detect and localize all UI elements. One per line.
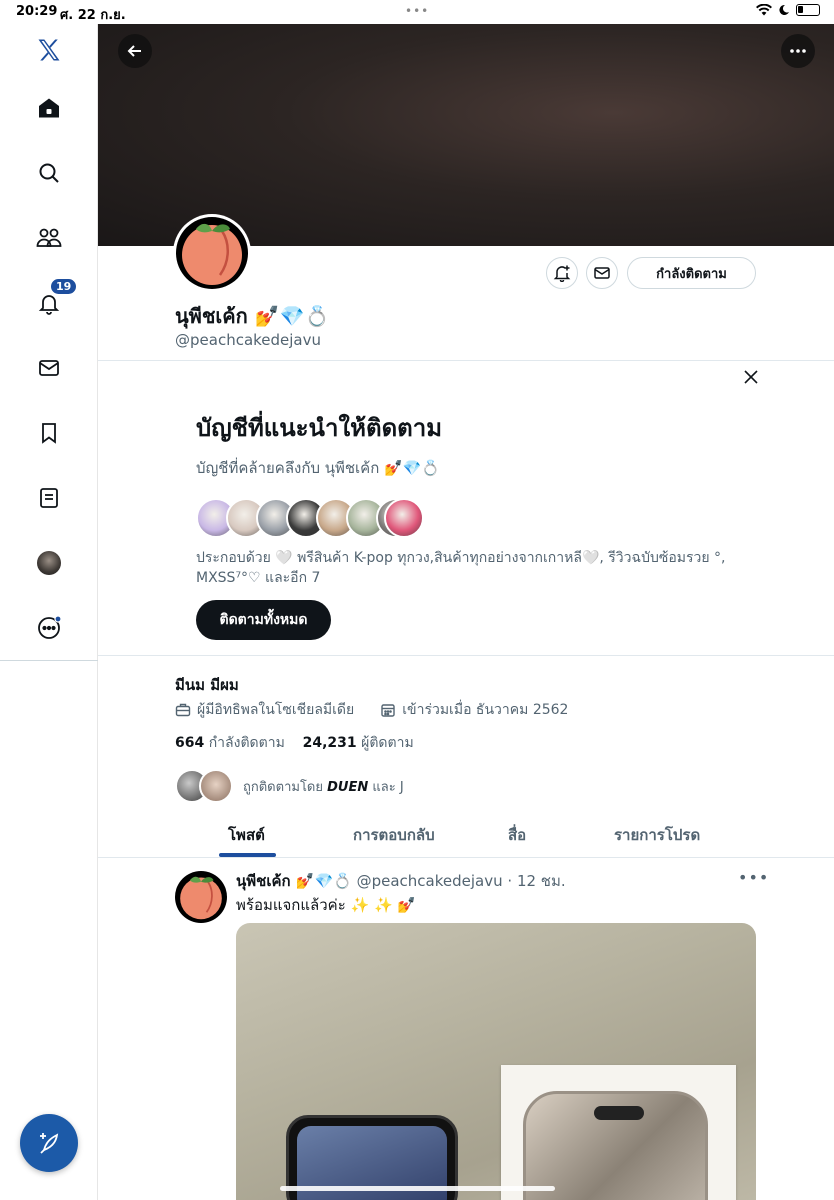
suggestions-title: บัญชีที่แนะนำให้ติดตาม: [196, 414, 443, 442]
briefcase-icon: [175, 703, 191, 717]
message-button[interactable]: [586, 257, 618, 289]
following-button[interactable]: กำลังติดตาม: [627, 257, 756, 289]
tab-media[interactable]: สื่อ: [508, 823, 526, 847]
notify-toggle-button[interactable]: [546, 257, 578, 289]
notifications-icon[interactable]: 19: [33, 279, 77, 319]
close-suggestions-button[interactable]: [740, 366, 762, 388]
follow-all-button[interactable]: ติดตามทั้งหมด: [196, 600, 331, 640]
phone-box: [501, 1065, 736, 1200]
followers-count: 24,231: [302, 735, 357, 751]
profile-handle: @peachcakedejavu: [175, 331, 322, 349]
profile-banner: [98, 24, 834, 246]
display-name: นุพีชเค้ก 💅💎💍: [175, 304, 330, 328]
feather-plus-icon: [40, 1133, 59, 1154]
ellipsis-icon: [790, 49, 806, 53]
followed-by-text: ถูกติดตามโดย DUEN และ J: [243, 776, 404, 797]
post-author-handle[interactable]: @peachcakedejavu: [357, 872, 503, 890]
follower-avatar: [199, 769, 233, 803]
post-header: นุพีชเค้ก 💅💎💍 @peachcakedejavu · 12 ชม.: [236, 869, 566, 893]
post-timestamp[interactable]: · 12 ชม.: [507, 872, 565, 890]
arrow-left-icon: [127, 45, 141, 57]
profile-avatar[interactable]: [33, 547, 65, 579]
notification-badge: 19: [51, 279, 77, 294]
tab-replies[interactable]: การตอบกลับ: [353, 823, 435, 847]
sidebar-divider: [0, 660, 98, 661]
profile-joined-date: เข้าร่วมเมื่อ ธันวาคม 2562: [402, 702, 569, 718]
battery-icon: [796, 4, 820, 16]
suggested-avatar: [384, 498, 424, 538]
calendar-icon: [381, 704, 395, 717]
search-icon[interactable]: [33, 157, 65, 189]
profile-bio: มีนม มีผม: [175, 676, 239, 694]
lists-icon[interactable]: [33, 482, 65, 514]
close-icon: [744, 370, 758, 384]
x-logo-icon[interactable]: [33, 34, 65, 66]
status-icons: [756, 4, 820, 16]
followed-by[interactable]: ถูกติดตามโดย DUEN และ J: [175, 768, 404, 804]
profile-photo[interactable]: [173, 214, 251, 292]
status-date: ศ. 22 ก.ย.: [60, 8, 126, 23]
suggestions-description: ประกอบด้วย 🤍 พรีสินค้า K-pop ทุกวง,สินค้…: [196, 550, 726, 586]
followers-label: ผู้ติดตาม: [361, 735, 414, 751]
envelope-icon: [594, 267, 610, 279]
communities-icon[interactable]: [33, 222, 65, 254]
sidebar: 19: [0, 24, 98, 1200]
home-icon[interactable]: [33, 92, 65, 124]
profile-category: ผู้มีอิทธิพลในโซเชียลมีเดีย: [197, 702, 355, 718]
followed-by-prefix: ถูกติดตามโดย: [243, 779, 323, 795]
post-more-button[interactable]: •••: [738, 868, 769, 887]
followed-by-suffix: และ J: [372, 779, 404, 795]
post-image[interactable]: [236, 923, 756, 1200]
bell-plus-icon: [553, 265, 571, 282]
following-count: 664: [175, 735, 205, 751]
more-options-icon[interactable]: [33, 612, 65, 644]
section-divider: [98, 655, 834, 656]
followers-link[interactable]: 24,231 ผู้ติดตาม: [303, 735, 414, 751]
status-time: 20:29: [16, 4, 58, 19]
following-label: กำลังติดตาม: [208, 735, 285, 751]
follow-counts: 664 กำลังติดตาม 24,231 ผู้ติดตาม: [175, 732, 414, 754]
phone-on-box: [523, 1091, 708, 1200]
followed-by-name: DUEN: [327, 779, 369, 795]
peach-icon: [182, 223, 242, 285]
status-bar: 20:29 ศ. 22 ก.ย. •••: [0, 0, 834, 24]
tab-posts[interactable]: โพสต์: [228, 823, 265, 847]
banner-more-button[interactable]: [781, 34, 815, 68]
messages-icon[interactable]: [33, 352, 65, 384]
back-button[interactable]: [118, 34, 152, 68]
post-text: พร้อมแจกแล้วค่ะ ✨ ✨ 💅: [236, 896, 417, 914]
peach-icon: [180, 876, 222, 920]
multitask-dots[interactable]: •••: [405, 4, 429, 18]
suggestions-subtitle: บัญชีที่คล้ายคลึงกับ นุพีชเค้ก 💅💎💍: [196, 459, 441, 477]
following-link[interactable]: 664 กำลังติดตาม: [175, 735, 285, 751]
post-author-avatar[interactable]: [175, 871, 227, 923]
post-author-name[interactable]: นุพีชเค้ก 💅💎💍: [236, 872, 352, 890]
compose-post-button[interactable]: [20, 1114, 78, 1172]
section-divider: [98, 360, 834, 361]
home-indicator[interactable]: [280, 1186, 555, 1191]
tabs-divider: [98, 857, 834, 858]
profile-meta: ผู้มีอิทธิพลในโซเชียลมีเดีย เข้าร่วมเมื่…: [175, 699, 568, 721]
bookmarks-icon[interactable]: [33, 417, 65, 449]
wifi-icon: [756, 4, 772, 16]
moon-icon: [779, 4, 789, 15]
tab-likes[interactable]: รายการโปรด: [614, 823, 700, 847]
